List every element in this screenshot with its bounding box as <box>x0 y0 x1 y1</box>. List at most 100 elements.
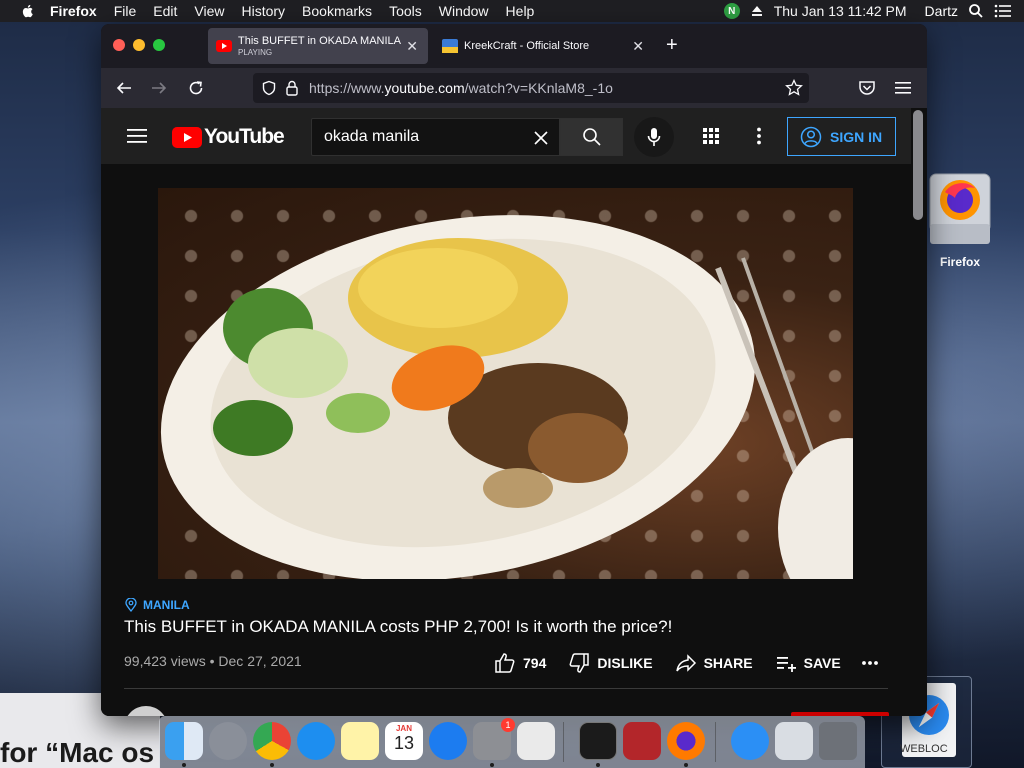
lock-icon[interactable] <box>285 80 299 96</box>
youtube-logo-text: YouTube <box>204 125 285 148</box>
menu-app-firefox[interactable]: Firefox <box>50 3 97 19</box>
notification-center-icon[interactable] <box>994 4 1012 18</box>
menu-tools[interactable]: Tools <box>389 3 422 19</box>
menu-window[interactable]: Window <box>439 3 489 19</box>
microphone-icon <box>647 128 661 146</box>
youtube-play-logo-icon <box>172 126 202 148</box>
account-icon <box>800 126 822 147</box>
app-menu-icon[interactable] <box>895 81 911 95</box>
bookmark-star-icon[interactable] <box>785 79 803 97</box>
webloc-label: WEBLOC <box>900 743 948 755</box>
dock: JAN 13 1 <box>159 716 865 768</box>
url-bar[interactable]: https://www.youtube.com/watch?v=KKnlaM8_… <box>253 73 809 103</box>
app-store-download-icon[interactable] <box>731 722 769 760</box>
finder-icon[interactable] <box>165 722 203 760</box>
menu-file[interactable]: File <box>114 3 137 19</box>
menu-view[interactable]: View <box>194 3 224 19</box>
terminal-icon[interactable] <box>579 722 617 760</box>
voice-search-button[interactable] <box>634 117 674 157</box>
video-player[interactable] <box>158 188 853 579</box>
system-preferences-icon[interactable]: 1 <box>473 718 515 760</box>
thumbs-up-icon <box>495 653 515 673</box>
guide-menu-icon[interactable] <box>127 128 147 144</box>
close-window-button[interactable] <box>113 39 125 51</box>
tab-playing-status: PLAYING <box>238 48 273 57</box>
launchpad-icon[interactable] <box>209 722 247 760</box>
dislike-button[interactable]: DISLIKE <box>568 652 653 674</box>
video-title: This BUFFET in OKADA MANILA costs PHP 2,… <box>124 617 673 636</box>
tab-kreekcraft[interactable]: KreekCraft - Official Store ✕ <box>434 28 654 64</box>
location-pin-icon <box>125 598 137 612</box>
back-arrow-icon[interactable] <box>115 79 133 97</box>
minimize-window-button[interactable] <box>133 39 145 51</box>
spotlight-search-icon[interactable] <box>968 3 984 19</box>
video-meta: 99,423 views • Dec 27, 2021 <box>124 653 302 669</box>
search-input[interactable]: okada manila <box>311 118 560 156</box>
photo-booth-icon[interactable] <box>623 722 661 760</box>
firefox-window: This BUFFET in OKADA MANILA PLAYING ✕ Kr… <box>101 24 927 716</box>
clear-search-icon[interactable] <box>533 130 549 146</box>
roblox-icon[interactable] <box>517 722 555 760</box>
reload-icon[interactable] <box>187 79 205 97</box>
tab-youtube-video[interactable]: This BUFFET in OKADA MANILA PLAYING ✕ <box>208 28 428 64</box>
youtube-logo[interactable]: YouTube <box>172 125 285 149</box>
zoom-window-button[interactable] <box>153 39 165 51</box>
menu-bar: Firefox File Edit View History Bookmarks… <box>0 0 1024 22</box>
tracking-shield-icon[interactable] <box>261 80 277 96</box>
notification-badge: 1 <box>501 718 515 732</box>
dislike-label: DISLIKE <box>597 655 653 671</box>
more-settings-icon[interactable] <box>756 127 762 145</box>
upload-date: Dec 27, 2021 <box>218 653 302 669</box>
url-text: https://www.youtube.com/watch?v=KKnlaM8_… <box>309 80 613 96</box>
forward-arrow-icon[interactable] <box>150 79 168 97</box>
desktop-icon-label: Firefox <box>939 255 980 269</box>
page-scrollbar[interactable] <box>913 110 923 220</box>
app-store-icon[interactable] <box>429 722 467 760</box>
location-link[interactable]: MANILA <box>125 598 190 612</box>
calendar-month: JAN <box>395 724 412 733</box>
search-button[interactable] <box>560 118 623 156</box>
eject-icon[interactable] <box>750 4 764 18</box>
menu-edit[interactable]: Edit <box>153 3 177 19</box>
apps-grid-icon[interactable] <box>702 127 720 145</box>
channel-avatar[interactable] <box>124 706 168 716</box>
status-app-icon[interactable]: N <box>723 3 740 19</box>
youtube-page: YouTube okada manila SIGN IN MANILA This… <box>101 108 927 716</box>
youtube-favicon-icon <box>216 40 232 52</box>
close-tab-icon[interactable]: ✕ <box>406 38 418 55</box>
menu-bookmarks[interactable]: Bookmarks <box>302 3 372 19</box>
playlist-add-icon <box>776 657 796 672</box>
desktop-icon-firefox[interactable]: Firefox <box>926 172 994 269</box>
calendar-icon[interactable]: JAN 13 <box>385 722 423 760</box>
menu-help[interactable]: Help <box>506 3 535 19</box>
apple-icon[interactable] <box>20 3 36 19</box>
safari-icon[interactable] <box>297 722 335 760</box>
like-button[interactable]: 794 <box>494 652 546 674</box>
firefox-icon[interactable] <box>667 722 705 760</box>
sign-in-label: SIGN IN <box>830 128 883 145</box>
chrome-icon[interactable] <box>253 722 291 760</box>
more-actions-icon[interactable] <box>861 660 879 666</box>
sign-in-button[interactable]: SIGN IN <box>787 117 896 156</box>
share-button[interactable]: SHARE <box>675 652 753 674</box>
tab-title: This BUFFET in OKADA MANILA <box>238 35 402 47</box>
pocket-icon[interactable] <box>858 79 876 97</box>
video-frame <box>160 215 853 579</box>
calendar-day: 13 <box>393 733 415 753</box>
save-button[interactable]: SAVE <box>775 652 841 674</box>
save-label: SAVE <box>803 655 841 671</box>
clock[interactable]: Thu Jan 13 11:42 PM <box>774 3 907 19</box>
menu-history[interactable]: History <box>241 3 285 19</box>
view-count: 99,423 views <box>124 653 206 669</box>
downloads-folder-icon[interactable] <box>775 722 813 760</box>
close-tab-icon[interactable]: ✕ <box>632 38 644 55</box>
user-name[interactable]: Dartz <box>925 3 958 19</box>
video-actions: 794 DISLIKE SHARE SAVE <box>494 649 879 677</box>
share-arrow-icon <box>675 654 696 672</box>
tab-title: KreekCraft - Official Store <box>464 40 590 52</box>
trash-icon[interactable] <box>819 722 857 760</box>
notes-icon[interactable] <box>341 722 379 760</box>
search-input-value: okada manila <box>324 128 420 145</box>
thumbs-down-icon <box>569 653 590 673</box>
new-tab-button[interactable]: + <box>666 34 678 57</box>
